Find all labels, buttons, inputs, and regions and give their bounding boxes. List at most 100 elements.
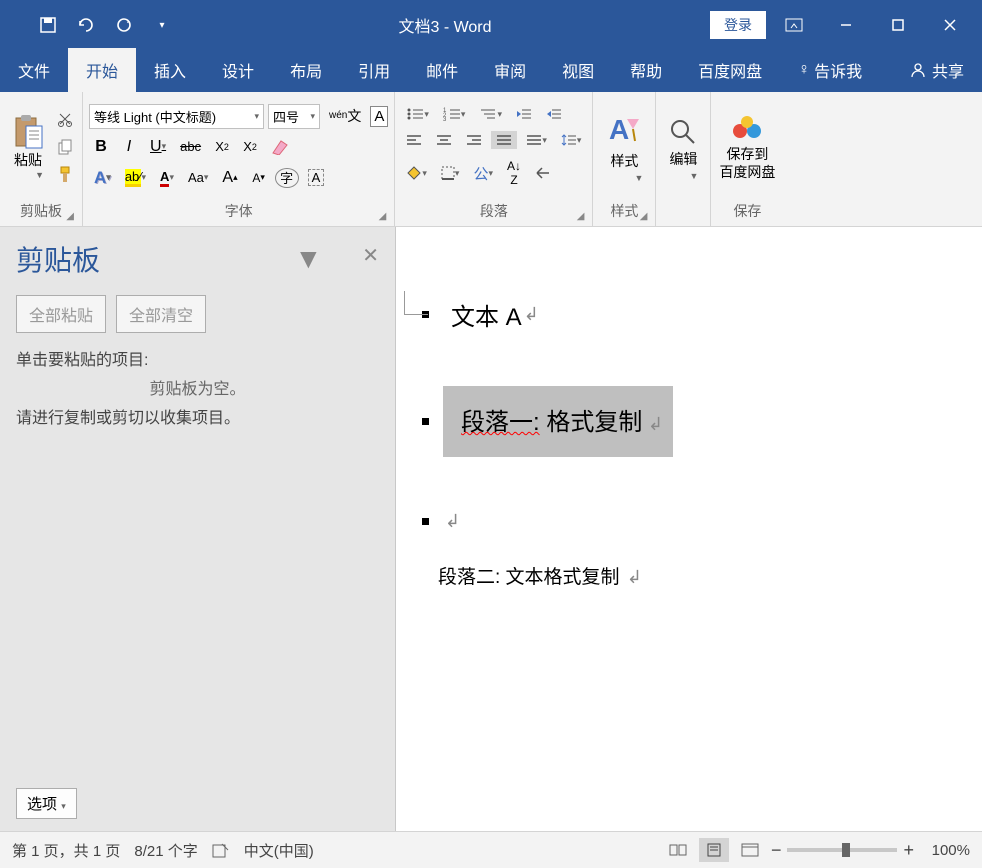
format-painter-icon[interactable]: [54, 164, 76, 186]
bullets-icon[interactable]: ▾: [401, 104, 434, 124]
tab-share[interactable]: 共享: [892, 48, 982, 92]
redo-icon[interactable]: [106, 10, 142, 40]
clip-empty-text: 剪贴板为空。: [16, 376, 379, 405]
italic-icon[interactable]: I: [117, 135, 141, 159]
doc-line-3: 段落二: 文本格式复制: [438, 567, 620, 588]
clipboard-launcher-icon[interactable]: ◢: [66, 211, 74, 222]
borders-icon[interactable]: ▾: [436, 163, 465, 183]
login-button[interactable]: 登录: [710, 11, 766, 39]
numbering-icon[interactable]: 123▾: [438, 104, 471, 124]
underline-icon[interactable]: U ▾: [145, 135, 171, 159]
asian-layout-icon[interactable]: 公▾: [468, 160, 498, 187]
paste-all-button[interactable]: 全部粘贴: [16, 295, 106, 333]
font-color-icon[interactable]: A▾: [155, 166, 179, 190]
tab-file[interactable]: 文件: [0, 48, 68, 92]
close-icon[interactable]: [926, 10, 974, 40]
group-clipboard: 粘贴 ▼ 剪贴板◢: [0, 92, 83, 226]
tab-design[interactable]: 设计: [204, 48, 272, 92]
tab-view[interactable]: 视图: [544, 48, 612, 92]
tab-netdisk[interactable]: 百度网盘: [680, 48, 780, 92]
save-netdisk-button[interactable]: 保存到 百度网盘: [717, 109, 777, 185]
zoom-in-icon[interactable]: +: [903, 840, 914, 861]
netdisk-icon: [730, 113, 764, 143]
phonetic-guide-icon[interactable]: wén文: [324, 106, 366, 126]
paragraph-launcher-icon[interactable]: ◢: [577, 211, 585, 222]
paragraph-group-label: 段落: [480, 201, 508, 221]
lightbulb-icon: ♀: [798, 61, 810, 79]
status-page[interactable]: 第 1 页，共 1 页: [12, 840, 120, 861]
selected-text: 段落一: 格式复制 ↲: [443, 386, 673, 457]
justify-icon[interactable]: [491, 131, 517, 149]
text-effects-icon[interactable]: A▾: [89, 165, 116, 191]
enclose-character-icon[interactable]: 字: [275, 168, 299, 188]
show-marks-icon[interactable]: [530, 163, 556, 183]
web-layout-icon[interactable]: [735, 838, 765, 862]
group-font: 等线 Light (中文标题)▾ 四号▾ wén文 A B I U ▾ abc …: [83, 92, 395, 226]
line-spacing-icon[interactable]: ▾: [556, 130, 587, 150]
status-language[interactable]: 中文(中国): [244, 840, 314, 861]
zoom-slider[interactable]: [787, 848, 897, 852]
distribute-icon[interactable]: ▾: [521, 131, 552, 149]
copy-icon[interactable]: [54, 136, 76, 158]
shrink-font-icon[interactable]: A▾: [247, 168, 271, 188]
tab-review[interactable]: 审阅: [476, 48, 544, 92]
decrease-indent-icon[interactable]: [511, 104, 537, 124]
grow-font-icon[interactable]: A▴: [217, 166, 242, 190]
character-border-icon[interactable]: A: [370, 106, 388, 127]
change-case-icon[interactable]: Aa▾: [183, 167, 213, 188]
pane-close-icon[interactable]: ✕: [362, 243, 379, 275]
clear-formatting-icon[interactable]: [266, 136, 294, 158]
minimize-icon[interactable]: [822, 10, 870, 40]
clear-all-button[interactable]: 全部清空: [116, 295, 206, 333]
font-name-combo[interactable]: 等线 Light (中文标题)▾: [89, 104, 264, 129]
proofing-icon[interactable]: [212, 842, 230, 858]
sort-icon[interactable]: A↓Z: [502, 156, 526, 190]
align-right-icon[interactable]: [461, 131, 487, 149]
styles-icon: A: [605, 111, 643, 149]
multilevel-list-icon[interactable]: ▾: [474, 104, 507, 124]
align-left-icon[interactable]: [401, 131, 427, 149]
zoom-level[interactable]: 100%: [920, 842, 970, 859]
ribbon-options-icon[interactable]: [770, 10, 818, 40]
tab-insert[interactable]: 插入: [136, 48, 204, 92]
subscript-icon[interactable]: X2: [210, 136, 234, 157]
tab-mailings[interactable]: 邮件: [408, 48, 476, 92]
undo-icon[interactable]: [68, 10, 104, 40]
maximize-icon[interactable]: [874, 10, 922, 40]
bold-icon[interactable]: B: [89, 135, 113, 159]
clipboard-pane: 剪贴板 ▼ ✕ 全部粘贴 全部清空 单击要粘贴的项目: 剪贴板为空。 请进行复制…: [0, 227, 396, 831]
tab-tellme[interactable]: ♀告诉我: [780, 48, 880, 92]
clipboard-pane-title: 剪贴板: [16, 239, 100, 279]
tab-help[interactable]: 帮助: [612, 48, 680, 92]
status-wordcount[interactable]: 8/21 个字: [134, 840, 197, 861]
doc-line-1: 文本 A: [451, 297, 522, 332]
print-layout-icon[interactable]: [699, 838, 729, 862]
tab-references[interactable]: 引用: [340, 48, 408, 92]
save-icon[interactable]: [30, 10, 66, 40]
strikethrough-icon[interactable]: abc: [175, 136, 206, 157]
bullet-icon: [422, 518, 429, 525]
cut-icon[interactable]: [54, 108, 76, 130]
tab-home[interactable]: 开始: [68, 48, 136, 92]
paste-button[interactable]: 粘贴 ▼: [6, 112, 50, 182]
font-launcher-icon[interactable]: ◢: [379, 211, 387, 222]
zoom-out-icon[interactable]: −: [771, 840, 782, 861]
character-shading-icon[interactable]: A: [303, 166, 330, 189]
shading-icon[interactable]: ▾: [401, 163, 432, 183]
document-area[interactable]: 文本 A ↲ 段落一: 格式复制 ↲ ↲ 段落二: 文本格式复制 ↲: [396, 227, 982, 831]
styles-launcher-icon[interactable]: ◢: [640, 211, 648, 222]
options-button[interactable]: 选项 ▾: [16, 788, 77, 819]
svg-text:A: A: [609, 114, 629, 145]
tab-layout[interactable]: 布局: [272, 48, 340, 92]
increase-indent-icon[interactable]: [541, 104, 567, 124]
styles-button[interactable]: A 样式 ▼: [599, 107, 649, 187]
read-mode-icon[interactable]: [663, 838, 693, 862]
group-edit: 编辑 ▼ .: [656, 92, 711, 226]
align-center-icon[interactable]: [431, 131, 457, 149]
highlight-icon[interactable]: ab⁄▾: [120, 166, 151, 190]
qat-dropdown-icon[interactable]: ▾: [144, 10, 180, 40]
superscript-icon[interactable]: X2: [238, 136, 262, 157]
font-size-combo[interactable]: 四号▾: [268, 104, 320, 129]
pane-dropdown-icon[interactable]: ▼: [295, 243, 323, 275]
edit-button[interactable]: 编辑 ▼: [662, 113, 704, 185]
